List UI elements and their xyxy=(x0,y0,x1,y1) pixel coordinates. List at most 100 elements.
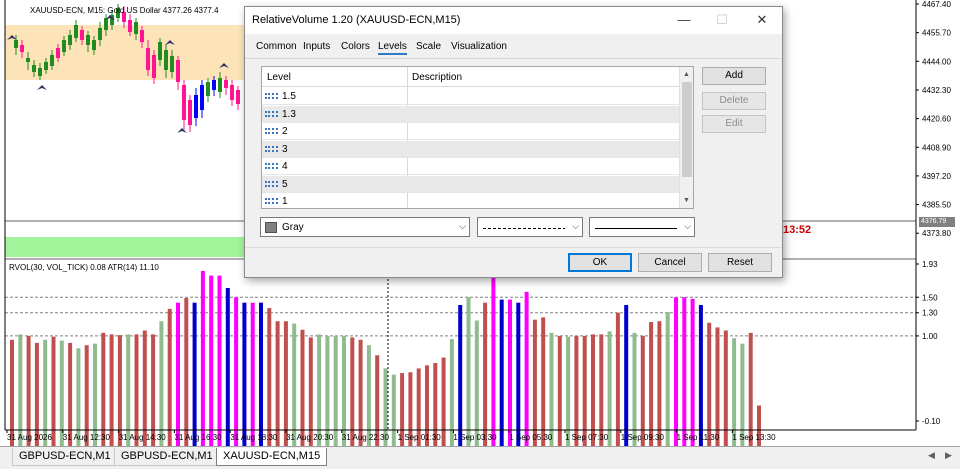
reset-button[interactable]: Reset xyxy=(708,253,772,272)
rvol-bar xyxy=(225,287,230,446)
scroll-down-icon[interactable]: ▼ xyxy=(680,194,693,207)
rvol-bar xyxy=(93,343,97,446)
rvol-bar xyxy=(217,275,222,446)
candle xyxy=(170,56,174,72)
rvol-bar xyxy=(366,345,371,446)
maximize-icon: ☐ xyxy=(716,12,728,27)
column-header-description[interactable]: Description xyxy=(412,72,462,83)
candle xyxy=(212,80,216,90)
price-chart-title: XAUUSD-ECN, M15: Gold US Dollar 4377.26 … xyxy=(30,6,219,15)
dialog-tabs: Common Inputs Colors Levels Scale Visual… xyxy=(245,41,782,59)
rvol-bar xyxy=(557,335,562,446)
time-axis-label: 1 Sep 09:30 xyxy=(621,433,665,442)
level-row[interactable]: 3 xyxy=(262,140,680,158)
scroll-up-icon[interactable]: ▲ xyxy=(680,68,693,81)
tab-colors[interactable]: Colors xyxy=(341,41,370,52)
time-axis-label: 31 Aug 12:30 xyxy=(63,433,111,442)
rvol-bar xyxy=(250,302,255,446)
tab-scroll-left-icon[interactable]: ◀ xyxy=(928,450,935,461)
price-axis-label: 4444.00 xyxy=(922,57,951,66)
scrollbar-thumb[interactable] xyxy=(682,82,692,177)
symbol-tab-xauusd[interactable]: XAUUSD-ECN,M15 xyxy=(216,448,328,466)
rvol-bar xyxy=(740,343,745,446)
candle xyxy=(152,55,156,78)
candle xyxy=(26,58,30,62)
time-axis-label: 1 Sep 07:30 xyxy=(565,433,609,442)
time-axis-label: 31 Aug 2026 xyxy=(7,433,52,442)
level-row[interactable]: 4 xyxy=(262,158,680,175)
close-icon[interactable]: ✕ xyxy=(752,11,772,29)
levels-table[interactable]: Level Description 1.5 1.3 2 3 4 5 1 ▲ ▼ xyxy=(261,66,694,209)
dialog-title: RelativeVolume 1.20 (XAUUSD-ECN,M15) xyxy=(252,14,461,26)
price-axis-label: 4432.30 xyxy=(922,86,951,95)
rvol-bar xyxy=(391,374,396,446)
level-row[interactable]: 1 xyxy=(262,193,680,208)
candle xyxy=(200,85,204,110)
level-width-select[interactable]: ⌵ xyxy=(589,217,695,237)
minimize-icon[interactable]: — xyxy=(674,11,694,29)
candle xyxy=(134,22,138,34)
tab-visualization[interactable]: Visualization xyxy=(451,41,507,52)
solid-line-icon xyxy=(595,228,677,229)
price-axis-label: 4467.40 xyxy=(922,0,951,9)
rvol-bar xyxy=(126,334,131,446)
rvol-bar xyxy=(474,320,479,446)
time-axis-label: 1 Sep 05:30 xyxy=(509,433,553,442)
candle xyxy=(80,30,84,40)
price-axis-label: 4385.50 xyxy=(922,201,951,210)
rvol-bar xyxy=(101,332,106,446)
bar-timer: 13:52 xyxy=(783,224,812,236)
delete-level-button[interactable]: Delete xyxy=(702,92,766,110)
cancel-button[interactable]: Cancel xyxy=(638,253,702,272)
tab-levels[interactable]: Levels xyxy=(378,41,407,55)
indicator-axis-label: 1.93 xyxy=(922,260,938,269)
candle xyxy=(68,35,72,45)
rvol-bar xyxy=(184,298,189,446)
tab-divider xyxy=(245,58,782,59)
dialog-titlebar[interactable]: RelativeVolume 1.20 (XAUUSD-ECN,M15) — ☐… xyxy=(245,7,782,34)
indicator-axis-label: 1.50 xyxy=(922,293,938,302)
tab-scale[interactable]: Scale xyxy=(416,41,441,52)
symbol-tab-gbpusd-1[interactable]: GBPUSD-ECN,M1 xyxy=(12,448,118,466)
indicator-pane xyxy=(5,259,916,446)
time-axis-label: 31 Aug 22:30 xyxy=(342,433,390,442)
price-axis-label: 4420.60 xyxy=(922,115,951,124)
ok-button[interactable]: OK xyxy=(568,253,632,272)
level-value: 2 xyxy=(282,126,288,137)
chevron-down-icon: ⌵ xyxy=(572,221,579,231)
candle xyxy=(38,68,42,76)
rvol-bar xyxy=(574,335,579,446)
level-color-select[interactable]: Gray ⌵ xyxy=(260,217,470,237)
candle xyxy=(86,35,90,45)
column-header-level[interactable]: Level xyxy=(267,72,291,83)
rvol-bar xyxy=(34,342,39,446)
level-style-select[interactable]: ⌵ xyxy=(477,217,583,237)
level-row[interactable]: 1.5 xyxy=(262,88,680,105)
price-axis-label: 4373.80 xyxy=(922,229,951,238)
level-row[interactable]: 5 xyxy=(262,175,680,193)
edit-level-button[interactable]: Edit xyxy=(702,115,766,133)
dotted-line-icon xyxy=(265,163,278,169)
indicator-title: RVOL(30, VOL_TICK) 0.08 ATR(14) 11.10 xyxy=(9,263,159,272)
levels-scrollbar[interactable]: ▲ ▼ xyxy=(679,67,693,208)
session-strip xyxy=(5,237,245,257)
rvol-bar xyxy=(109,334,114,446)
add-level-button[interactable]: Add xyxy=(702,67,766,85)
level-value: 1.3 xyxy=(282,108,296,120)
rvol-bar xyxy=(151,334,156,446)
candle xyxy=(164,50,168,70)
rvol-bar xyxy=(84,345,89,446)
rvol-bar xyxy=(466,297,471,446)
tab-common[interactable]: Common xyxy=(256,41,297,52)
rvol-bar xyxy=(292,323,297,446)
rvol-bar xyxy=(649,322,654,446)
candle xyxy=(14,40,18,48)
level-row[interactable]: 2 xyxy=(262,123,680,140)
rvol-bar xyxy=(657,321,662,446)
level-row[interactable]: 1.3 xyxy=(262,105,680,123)
rvol-bar xyxy=(483,302,488,446)
symbol-tab-gbpusd-2[interactable]: GBPUSD-ECN,M1 xyxy=(114,448,220,466)
rvol-bar xyxy=(499,299,504,446)
tab-inputs[interactable]: Inputs xyxy=(303,41,330,52)
tab-scroll-right-icon[interactable]: ▶ xyxy=(945,450,952,461)
